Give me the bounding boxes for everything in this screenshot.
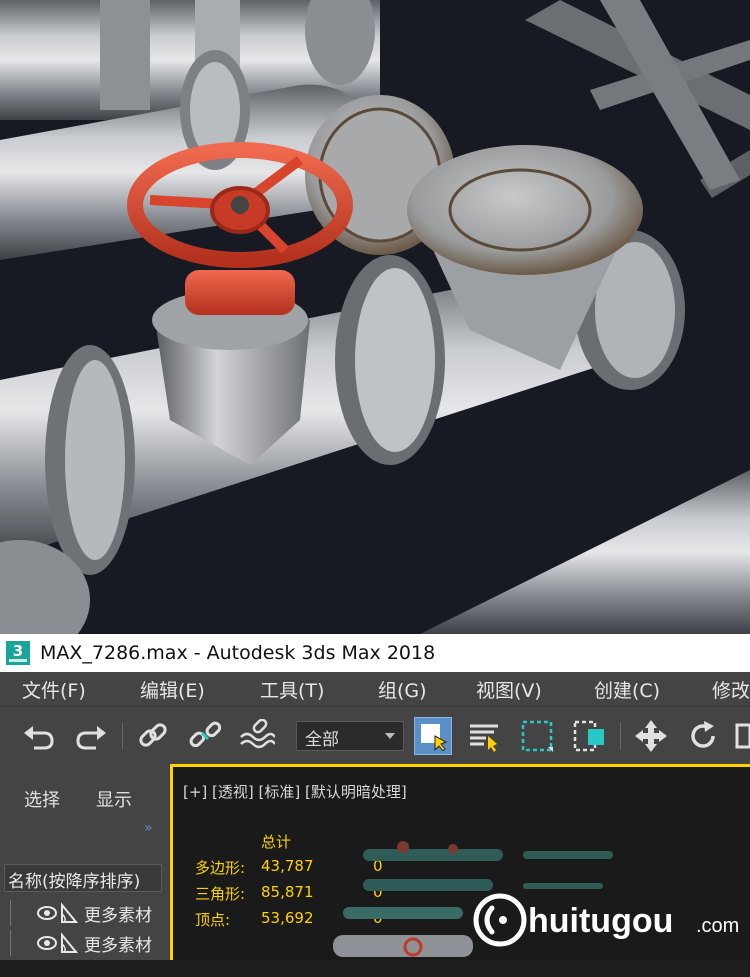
scene-explorer: 选择 显示 » 名称(按降序排序) 更多素材 更多素材 <box>0 764 170 960</box>
stat-polygons-value: 43,787 <box>261 857 314 875</box>
selection-filter-value: 全部 <box>305 730 339 750</box>
app-icon: 3 <box>6 641 30 665</box>
rectangular-selection-icon[interactable] <box>518 717 556 755</box>
tree-row[interactable]: 更多素材 <box>4 900 170 926</box>
stat-triangles-label: 三角形: <box>195 885 246 903</box>
object-name: 更多素材 <box>84 935 152 956</box>
name-sort-header[interactable]: 名称(按降序排序) <box>4 864 162 892</box>
viewport-label[interactable]: [+] [透视] [标准] [默认明暗处理] <box>183 781 407 802</box>
select-by-name-icon[interactable] <box>466 717 504 755</box>
object-name: 更多素材 <box>84 905 152 926</box>
bind-spacewarp-icon[interactable] <box>238 717 276 755</box>
link-icon[interactable] <box>134 717 172 755</box>
rotate-icon[interactable] <box>684 717 722 755</box>
viewport-render[interactable] <box>0 0 750 634</box>
scale-icon[interactable] <box>734 717 750 755</box>
chevron-down-icon <box>385 733 395 739</box>
menu-bar: 文件(F) 编辑(E) 工具(T) 组(G) 视图(V) 创建(C) 修改 <box>0 672 750 706</box>
tree-row[interactable]: 更多素材 <box>4 930 170 956</box>
svg-text:.com: .com <box>696 915 739 937</box>
redo-icon[interactable] <box>72 717 110 755</box>
menu-file[interactable]: 文件(F) <box>22 676 86 703</box>
menu-view[interactable]: 视图(V) <box>476 676 542 703</box>
menu-create[interactable]: 创建(C) <box>594 676 660 703</box>
menu-group[interactable]: 组(G) <box>378 676 427 703</box>
window-crossing-icon[interactable] <box>570 717 608 755</box>
svg-text:huitugou: huitugou <box>528 902 673 940</box>
menu-modify[interactable]: 修改 <box>712 676 750 703</box>
menu-tools[interactable]: 工具(T) <box>260 676 324 703</box>
pipe-render-illustration <box>0 0 750 634</box>
watermark-logo: huitugou .com <box>473 893 739 947</box>
main-toolbar: 全部 <box>0 706 750 765</box>
stat-vertices-value: 53,692 <box>261 909 314 927</box>
tab-display[interactable]: 显示 <box>96 786 132 812</box>
stat-polygons-label: 多边形: <box>195 859 246 877</box>
undo-icon[interactable] <box>20 717 58 755</box>
selection-filter-dropdown[interactable]: 全部 <box>296 721 404 751</box>
tab-select[interactable]: 选择 <box>24 786 60 812</box>
eye-visibility-icon[interactable] <box>36 902 80 924</box>
eye-visibility-icon[interactable] <box>36 932 80 954</box>
title-bar: 3 MAX_7286.max - Autodesk 3ds Max 2018 <box>0 634 750 672</box>
window-title: MAX_7286.max - Autodesk 3ds Max 2018 <box>40 642 436 664</box>
stat-triangles-value: 85,871 <box>261 883 314 901</box>
select-object-icon[interactable] <box>414 717 452 755</box>
menu-edit[interactable]: 编辑(E) <box>140 676 205 703</box>
watermark: huitugou .com <box>470 890 750 950</box>
stats-header: 总计 <box>261 833 292 851</box>
expand-chevron-icon[interactable]: » <box>144 820 153 836</box>
stat-vertices-label: 顶点: <box>195 911 231 929</box>
move-icon[interactable] <box>632 717 670 755</box>
unlink-icon[interactable] <box>186 717 224 755</box>
